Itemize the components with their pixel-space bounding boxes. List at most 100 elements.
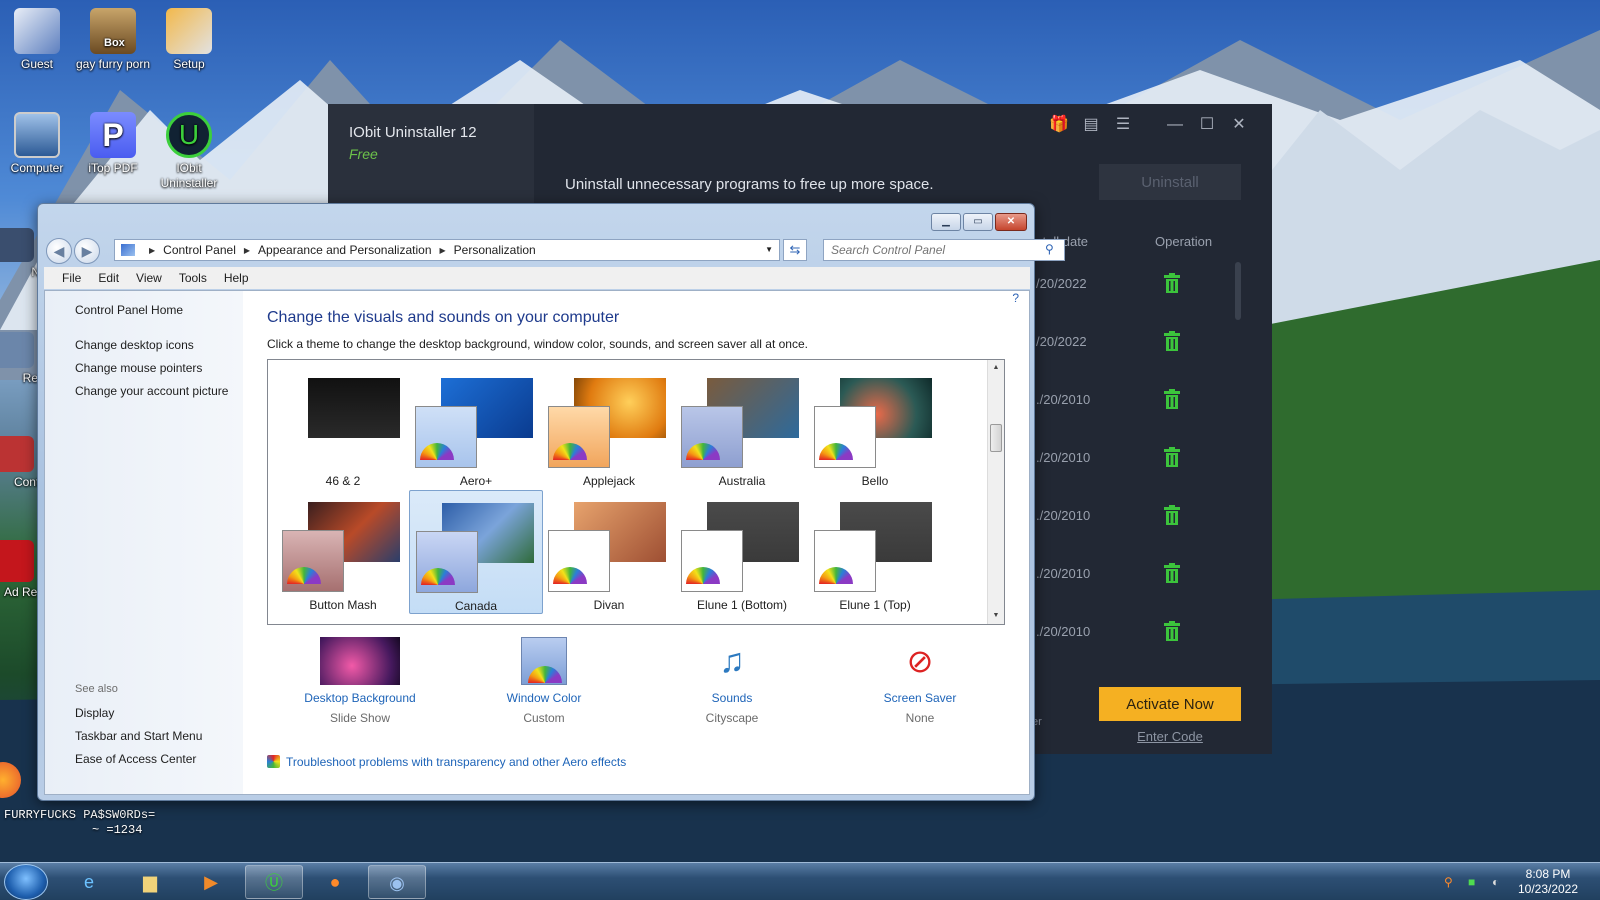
enter-code-link[interactable]: Enter Code bbox=[1099, 729, 1241, 744]
theme-name: Divan bbox=[593, 598, 625, 612]
breadcrumb-control-panel[interactable]: Control Panel bbox=[163, 243, 236, 257]
theme-color-swatch bbox=[415, 406, 477, 468]
control-panel-taskbar-icon[interactable]: ◉ bbox=[368, 865, 426, 899]
internet-explorer-icon[interactable]: e bbox=[60, 865, 118, 899]
antivirus-tray-icon[interactable]: ◐ bbox=[1492, 875, 1499, 889]
theme-gallery-scrollbar[interactable]: ▲ ▼ bbox=[987, 360, 1004, 624]
iobit-taskbar-icon[interactable]: Ⓤ bbox=[245, 865, 303, 899]
trash-icon[interactable] bbox=[1163, 563, 1181, 583]
troubleshoot-aero-link[interactable]: Troubleshoot problems with transparency … bbox=[267, 755, 626, 769]
trash-icon[interactable] bbox=[1163, 389, 1181, 409]
gift-icon[interactable]: 🎁 bbox=[1046, 112, 1072, 138]
chevron-down-icon[interactable]: ▼ bbox=[765, 245, 773, 254]
search-tray-icon[interactable]: ⚲ bbox=[1444, 875, 1453, 889]
theme-tile[interactable]: Aero+ bbox=[409, 366, 543, 490]
window-color-link[interactable]: Window Color bbox=[469, 691, 619, 705]
scroll-up-icon[interactable]: ▲ bbox=[988, 360, 1004, 376]
theme-name: Canada bbox=[454, 599, 498, 613]
change-account-picture-link[interactable]: Change your account picture bbox=[75, 384, 228, 398]
scroll-thumb[interactable] bbox=[990, 424, 1002, 452]
theme-tile[interactable]: Canada bbox=[409, 490, 543, 614]
theme-tile[interactable]: Applejack bbox=[542, 366, 676, 490]
search-icon[interactable]: ⚲ bbox=[1045, 242, 1054, 256]
scroll-down-icon[interactable]: ▼ bbox=[988, 608, 1004, 624]
start-button[interactable] bbox=[4, 864, 48, 900]
ease-of-access-link[interactable]: Ease of Access Center bbox=[75, 752, 196, 766]
desktop-icon-furry[interactable]: Box gay furry porn bbox=[74, 8, 152, 72]
desktop-background-setting[interactable]: Desktop Background Slide Show bbox=[285, 637, 435, 725]
minimize-button[interactable]: ▁ bbox=[931, 213, 961, 231]
trash-icon[interactable] bbox=[1163, 447, 1181, 467]
close-icon[interactable]: ✕ bbox=[1226, 112, 1252, 138]
install-date-cell: ./20/2010 bbox=[1036, 392, 1091, 407]
desktop-icon-iobit[interactable]: U IObit Uninstaller bbox=[150, 112, 228, 191]
back-button[interactable]: ◀ bbox=[46, 238, 72, 264]
refresh-button[interactable]: ⇆ bbox=[783, 239, 807, 261]
menu-icon[interactable]: ☰ bbox=[1110, 112, 1136, 138]
desktop-icon-itop-pdf[interactable]: P iTop PDF bbox=[74, 112, 152, 176]
desktop-background-link[interactable]: Desktop Background bbox=[285, 691, 435, 705]
theme-tile[interactable]: Bello bbox=[808, 366, 942, 490]
screen-saver-setting[interactable]: ⊘ Screen Saver None bbox=[845, 637, 995, 725]
taskbar-start-menu-link[interactable]: Taskbar and Start Menu bbox=[75, 729, 202, 743]
firefox-taskbar-icon[interactable]: ● bbox=[306, 865, 364, 899]
menu-file[interactable]: File bbox=[54, 271, 90, 285]
theme-tile[interactable]: Elune 1 (Bottom) bbox=[675, 490, 809, 614]
control-panel-home-link[interactable]: Control Panel Home bbox=[75, 303, 183, 317]
change-mouse-pointers-link[interactable]: Change mouse pointers bbox=[75, 361, 202, 375]
trash-icon[interactable] bbox=[1163, 273, 1181, 293]
itop-pdf-icon: P bbox=[90, 112, 136, 158]
forward-button[interactable]: ▶ bbox=[74, 238, 100, 264]
iobit-list-scrollbar[interactable] bbox=[1235, 262, 1241, 320]
menu-help[interactable]: Help bbox=[216, 271, 258, 285]
install-date-cell: ./20/2010 bbox=[1036, 566, 1091, 581]
taskbar: e ▆ ▶ Ⓤ ● ◉ ⚲ ■ ◐ 8:08 PM 10/23/2022 bbox=[0, 862, 1600, 900]
search-input[interactable] bbox=[823, 239, 1065, 261]
theme-tile[interactable]: Australia bbox=[675, 366, 809, 490]
address-bar[interactable]: ▶ Control Panel ▶ Appearance and Persona… bbox=[114, 239, 780, 261]
minimize-icon[interactable]: — bbox=[1162, 112, 1188, 138]
trash-icon[interactable] bbox=[1163, 331, 1181, 351]
desktop-icon-computer[interactable]: Computer bbox=[0, 112, 76, 176]
trash-icon[interactable] bbox=[1163, 505, 1181, 525]
desktop-icon-guest[interactable]: Guest bbox=[0, 8, 76, 72]
help-icon[interactable]: ? bbox=[1012, 291, 1019, 305]
close-button[interactable]: ✕ bbox=[995, 213, 1027, 231]
sounds-link[interactable]: Sounds bbox=[657, 691, 807, 705]
breadcrumb-appearance[interactable]: Appearance and Personalization bbox=[258, 243, 431, 257]
trash-icon[interactable] bbox=[1163, 621, 1181, 641]
desktop-icon-label: Guest bbox=[20, 57, 53, 71]
network-tray-icon[interactable]: ■ bbox=[1468, 875, 1475, 889]
uninstall-button[interactable]: Uninstall bbox=[1099, 164, 1241, 200]
maximize-icon[interactable]: ☐ bbox=[1194, 112, 1220, 138]
desktop-icon-label: gay furry porn bbox=[75, 57, 151, 71]
change-desktop-icons-link[interactable]: Change desktop icons bbox=[75, 338, 194, 352]
theme-tile[interactable]: Divan bbox=[542, 490, 676, 614]
theme-tile[interactable]: 46 & 2 bbox=[276, 366, 410, 490]
chevron-right-icon: ▶ bbox=[439, 245, 446, 255]
activate-now-button[interactable]: Activate Now bbox=[1099, 687, 1241, 721]
toolbox-icon[interactable]: ▤ bbox=[1078, 112, 1104, 138]
color-fan-icon bbox=[528, 666, 562, 683]
window-color-setting[interactable]: Window Color Custom bbox=[469, 637, 619, 725]
breadcrumb-personalization[interactable]: Personalization bbox=[454, 243, 536, 257]
menu-tools[interactable]: Tools bbox=[171, 271, 216, 285]
menu-edit[interactable]: Edit bbox=[90, 271, 128, 285]
theme-tile[interactable]: Button Mash bbox=[276, 490, 410, 614]
menu-view[interactable]: View bbox=[128, 271, 171, 285]
file-explorer-icon[interactable]: ▆ bbox=[121, 865, 179, 899]
system-clock[interactable]: 8:08 PM 10/23/2022 bbox=[1506, 867, 1590, 897]
screen-saver-link[interactable]: Screen Saver bbox=[845, 691, 995, 705]
sounds-setting[interactable]: ♫ Sounds Cityscape bbox=[657, 637, 807, 725]
maximize-button[interactable]: ▭ bbox=[963, 213, 993, 231]
display-link[interactable]: Display bbox=[75, 706, 114, 720]
menu-bar: File Edit View Tools Help bbox=[44, 267, 1030, 289]
theme-tile[interactable]: Elune 1 (Top) bbox=[808, 490, 942, 614]
media-player-icon[interactable]: ▶ bbox=[182, 865, 240, 899]
color-fan-icon bbox=[287, 567, 321, 584]
troubleshoot-label[interactable]: Troubleshoot problems with transparency … bbox=[286, 755, 626, 769]
color-fan-icon bbox=[686, 443, 720, 460]
desktop-icon-setup[interactable]: Setup bbox=[150, 8, 228, 72]
desktop-icon-firefox-partial[interactable] bbox=[0, 762, 28, 801]
iobit-title: IObit Uninstaller 12 bbox=[349, 124, 477, 141]
